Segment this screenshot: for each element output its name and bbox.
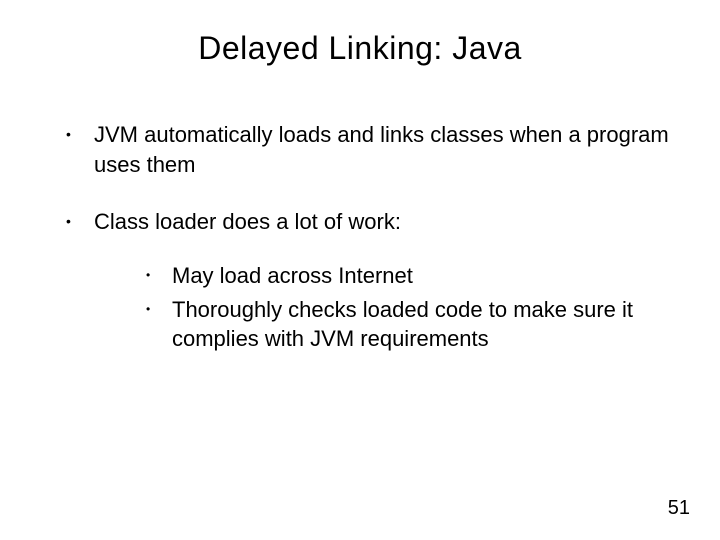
page-number: 51	[668, 497, 690, 520]
slide-title: Delayed Linking: Java	[0, 30, 720, 67]
sub-bullet-item: Thoroughly checks loaded code to make su…	[142, 295, 680, 354]
sub-bullet-text: May load across Internet	[172, 263, 413, 288]
sub-bullet-list: May load across Internet Thoroughly chec…	[142, 261, 680, 354]
bullet-text: Class loader does a lot of work:	[94, 209, 401, 234]
bullet-text: JVM automatically loads and links classe…	[94, 122, 669, 177]
sub-bullet-text: Thoroughly checks loaded code to make su…	[172, 297, 633, 352]
slide-body: JVM automatically loads and links classe…	[60, 120, 680, 382]
bullet-item: Class loader does a lot of work: May loa…	[60, 207, 680, 354]
bullet-item: JVM automatically loads and links classe…	[60, 120, 680, 179]
slide: Delayed Linking: Java JVM automatically …	[0, 0, 720, 540]
sub-bullet-item: May load across Internet	[142, 261, 680, 291]
bullet-list: JVM automatically loads and links classe…	[60, 120, 680, 354]
